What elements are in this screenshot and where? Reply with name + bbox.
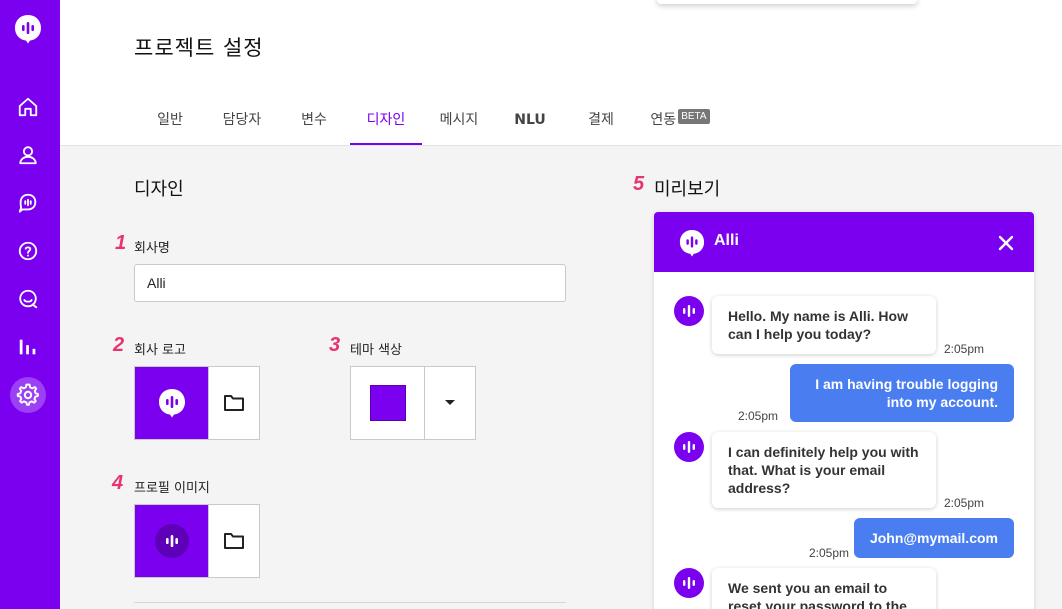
section-divider [134, 602, 566, 603]
alli-logo-icon [679, 230, 705, 257]
tab-integrations[interactable]: 연동 BETA [645, 96, 715, 145]
tab-integrations-label: 연동 [650, 112, 677, 128]
search-chat-icon[interactable] [16, 287, 40, 311]
tab-billing[interactable]: 결제 [579, 96, 623, 145]
theme-color-swatch[interactable] [369, 385, 406, 421]
page-title: 프로젝트 설정 [134, 36, 264, 60]
message-time: 2:05pm [809, 546, 850, 560]
message-time: 2:05pm [944, 342, 985, 356]
design-section-title: 디자인 [134, 179, 184, 200]
bot-avatar-icon [683, 441, 695, 453]
bot-message: I can definitely help you with that. Wha… [712, 432, 936, 508]
logo-folder-button[interactable] [208, 367, 259, 439]
bot-avatar [674, 568, 704, 598]
folder-icon [224, 533, 244, 549]
bot-avatar-icon [683, 577, 695, 589]
company-logo-upload [134, 366, 260, 440]
chat-header: Alli [654, 212, 1034, 272]
bot-message: Hello. My name is Alli. How can I help y… [712, 296, 936, 354]
company-logo-label: 회사 로고 [134, 343, 186, 358]
marker-5: 5 [633, 173, 645, 195]
chat-preview-window: Alli Hello. My name is Alli. How can I h… [654, 212, 1034, 609]
profile-image-label: 프로필 이미지 [134, 481, 210, 496]
profile-image-upload [134, 504, 260, 578]
marker-4: 4 [112, 472, 124, 494]
folder-icon [224, 395, 244, 411]
caret-down-icon [445, 400, 455, 405]
message-time: 2:05pm [944, 496, 985, 510]
company-logo-preview [135, 367, 208, 439]
bar-chart-icon[interactable] [16, 335, 40, 359]
bot-avatar-icon [683, 305, 695, 317]
gear-icon[interactable] [16, 383, 40, 407]
user-icon[interactable] [16, 143, 40, 167]
profile-avatar-icon [154, 524, 189, 558]
tab-agents[interactable]: 담당자 [215, 96, 269, 145]
message-time: 2:05pm [738, 409, 779, 423]
preview-title: 미리보기 [654, 179, 721, 200]
alli-logo-icon[interactable] [14, 14, 42, 44]
help-icon[interactable] [16, 239, 40, 263]
user-message: I am having trouble logging into my acco… [790, 364, 1014, 422]
tab-design[interactable]: 디자인 [350, 96, 422, 145]
theme-color-dropdown[interactable] [424, 367, 475, 439]
marker-2: 2 [113, 334, 125, 356]
marker-3: 3 [329, 334, 341, 356]
chat-icon[interactable] [16, 191, 40, 215]
chat-bot-name: Alli [714, 232, 739, 249]
tab-nlu[interactable]: NLU [507, 96, 553, 145]
alli-logo-icon [158, 389, 185, 418]
company-name-label: 회사명 [134, 241, 170, 256]
theme-color-picker[interactable] [350, 366, 476, 440]
home-icon[interactable] [16, 95, 40, 119]
beta-badge: BETA [678, 109, 710, 124]
bot-message: We sent you an email to reset your passw… [712, 568, 936, 609]
dropdown-popup-edge [657, 0, 917, 4]
profile-image-preview [135, 505, 208, 577]
bot-avatar [674, 296, 704, 326]
theme-color-swatch-wrap [351, 367, 424, 439]
theme-color-label: 테마 색상 [350, 343, 402, 358]
bot-avatar [674, 432, 704, 462]
tab-messages[interactable]: 메시지 [432, 96, 486, 145]
tab-general[interactable]: 일반 [148, 96, 192, 145]
company-name-input[interactable]: Alli [134, 264, 566, 302]
sidebar [0, 0, 60, 609]
marker-1: 1 [115, 232, 127, 254]
close-icon[interactable] [998, 235, 1014, 251]
user-message: John@mymail.com [853, 518, 1014, 558]
settings-header: 프로젝트 설정 일반 담당자 변수 디자인 메시지 NLU 결제 연동 BETA [60, 0, 1062, 146]
profile-folder-button[interactable] [208, 505, 259, 577]
tab-variables[interactable]: 변수 [292, 96, 336, 145]
